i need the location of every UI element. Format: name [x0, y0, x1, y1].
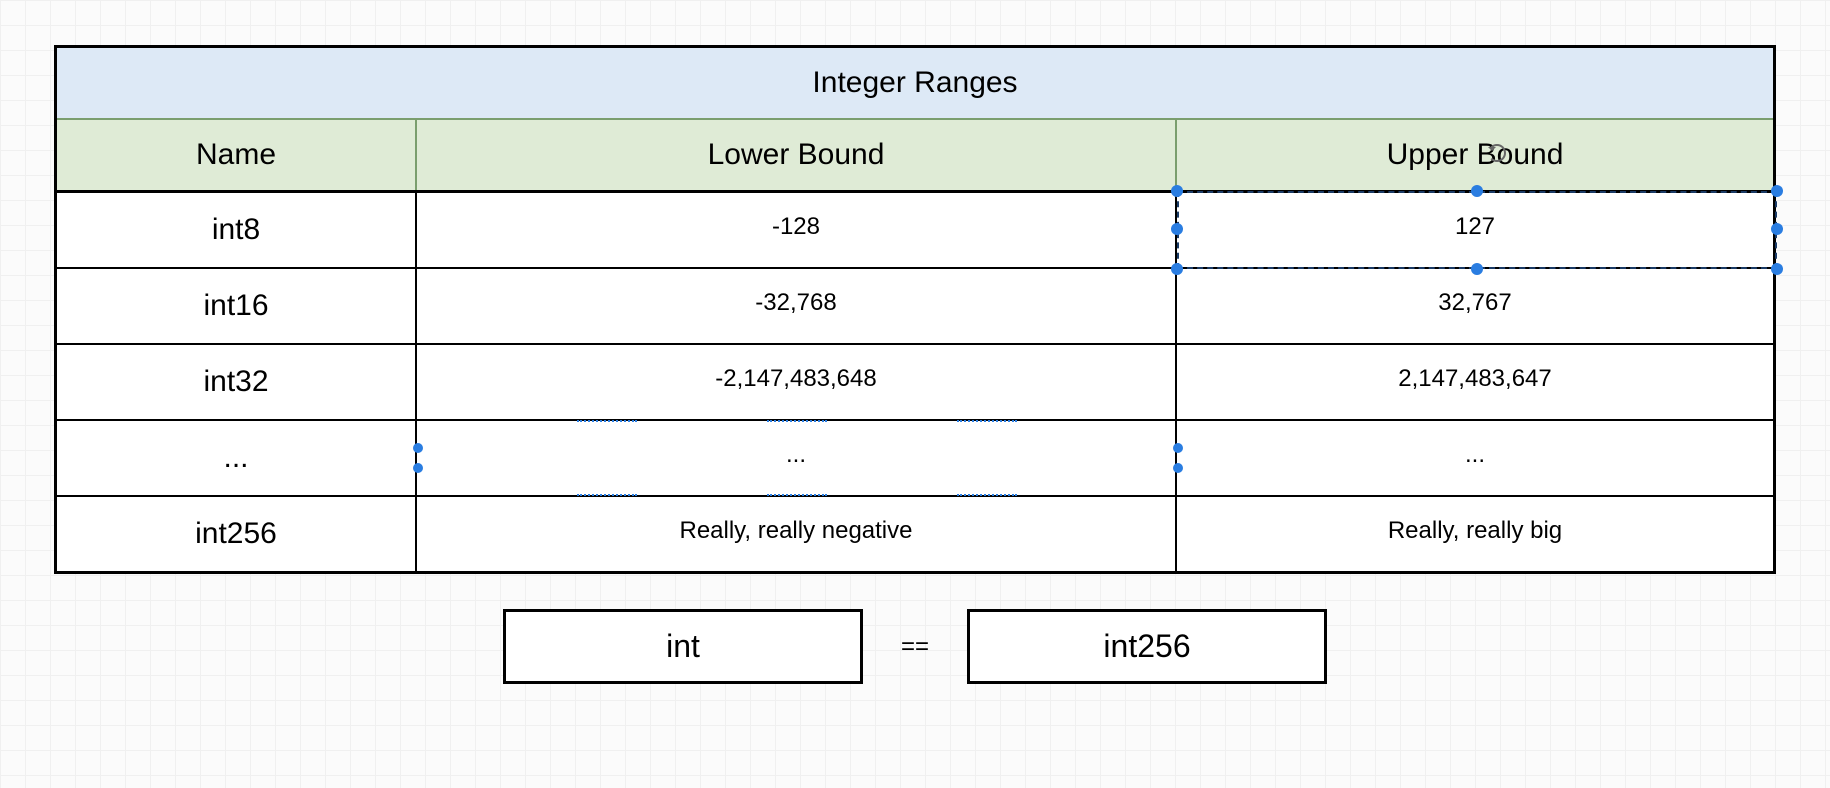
selection-handle-icon[interactable]	[1171, 263, 1183, 275]
selection-handle-icon[interactable]	[1171, 223, 1183, 235]
header-upper-bound[interactable]: Upper Bound	[1177, 120, 1773, 190]
cell-name[interactable]: int256	[57, 497, 417, 571]
selection-handle-icon[interactable]	[1171, 185, 1183, 197]
table-title-text: Integer Ranges	[812, 66, 1017, 99]
header-lower-bound[interactable]: Lower Bound	[417, 120, 1177, 190]
rotate-handle-icon[interactable]	[1488, 144, 1506, 162]
connector-line	[577, 420, 637, 422]
header-row: Name Lower Bound Upper Bound	[57, 120, 1773, 193]
cell-upper[interactable]: ...	[1177, 421, 1773, 495]
header-name[interactable]: Name	[57, 120, 417, 190]
selection-handle-icon[interactable]	[1471, 263, 1483, 275]
connector-line	[767, 420, 827, 422]
cell-name[interactable]: int16	[57, 269, 417, 343]
cell-upper[interactable]: 127	[1177, 193, 1773, 267]
equation-right-label: int256	[1103, 628, 1190, 664]
integer-ranges-table[interactable]: Integer Ranges Name Lower Bound Upper Bo…	[54, 45, 1776, 574]
header-lower-label: Lower Bound	[708, 138, 885, 171]
cell-upper[interactable]: Really, really big	[1177, 497, 1773, 571]
table-row[interactable]: int32 -2,147,483,648 2,147,483,647	[57, 345, 1773, 421]
equation-operator: ==	[901, 633, 929, 661]
alias-equation: int == int256	[50, 609, 1780, 684]
cell-lower[interactable]: Really, really negative	[417, 497, 1177, 571]
connector-line	[957, 420, 1017, 422]
cell-name[interactable]: int8	[57, 193, 417, 267]
table-row[interactable]: ... ... ...	[57, 421, 1773, 497]
connector-dot-icon	[1173, 443, 1183, 453]
connector-dot-icon	[1173, 463, 1183, 473]
equation-left-box[interactable]: int	[503, 609, 863, 684]
connector-line	[767, 494, 827, 496]
header-upper-label: Upper Bound	[1387, 138, 1564, 171]
cell-lower[interactable]: -128	[417, 193, 1177, 267]
selection-handle-icon[interactable]	[1771, 223, 1783, 235]
header-name-label: Name	[196, 138, 276, 171]
cell-name[interactable]: int32	[57, 345, 417, 419]
selection-handle-icon[interactable]	[1471, 185, 1483, 197]
equation-right-box[interactable]: int256	[967, 609, 1327, 684]
cell-lower[interactable]: ...	[417, 421, 1177, 495]
table-title[interactable]: Integer Ranges	[57, 48, 1773, 120]
cell-lower[interactable]: -32,768	[417, 269, 1177, 343]
connector-line	[577, 494, 637, 496]
table-row[interactable]: int16 -32,768 32,767	[57, 269, 1773, 345]
cell-upper[interactable]: 2,147,483,647	[1177, 345, 1773, 419]
connector-line	[957, 494, 1017, 496]
selection-handle-icon[interactable]	[1771, 185, 1783, 197]
table-row[interactable]: int8 -128 127	[57, 193, 1773, 269]
cell-lower[interactable]: -2,147,483,648	[417, 345, 1177, 419]
connector-dot-icon	[413, 463, 423, 473]
selection-handle-icon[interactable]	[1771, 263, 1783, 275]
equation-left-label: int	[666, 628, 700, 664]
table-row[interactable]: int256 Really, really negative Really, r…	[57, 497, 1773, 571]
connector-dot-icon	[413, 443, 423, 453]
cell-name[interactable]: ...	[57, 421, 417, 495]
cell-upper[interactable]: 32,767	[1177, 269, 1773, 343]
